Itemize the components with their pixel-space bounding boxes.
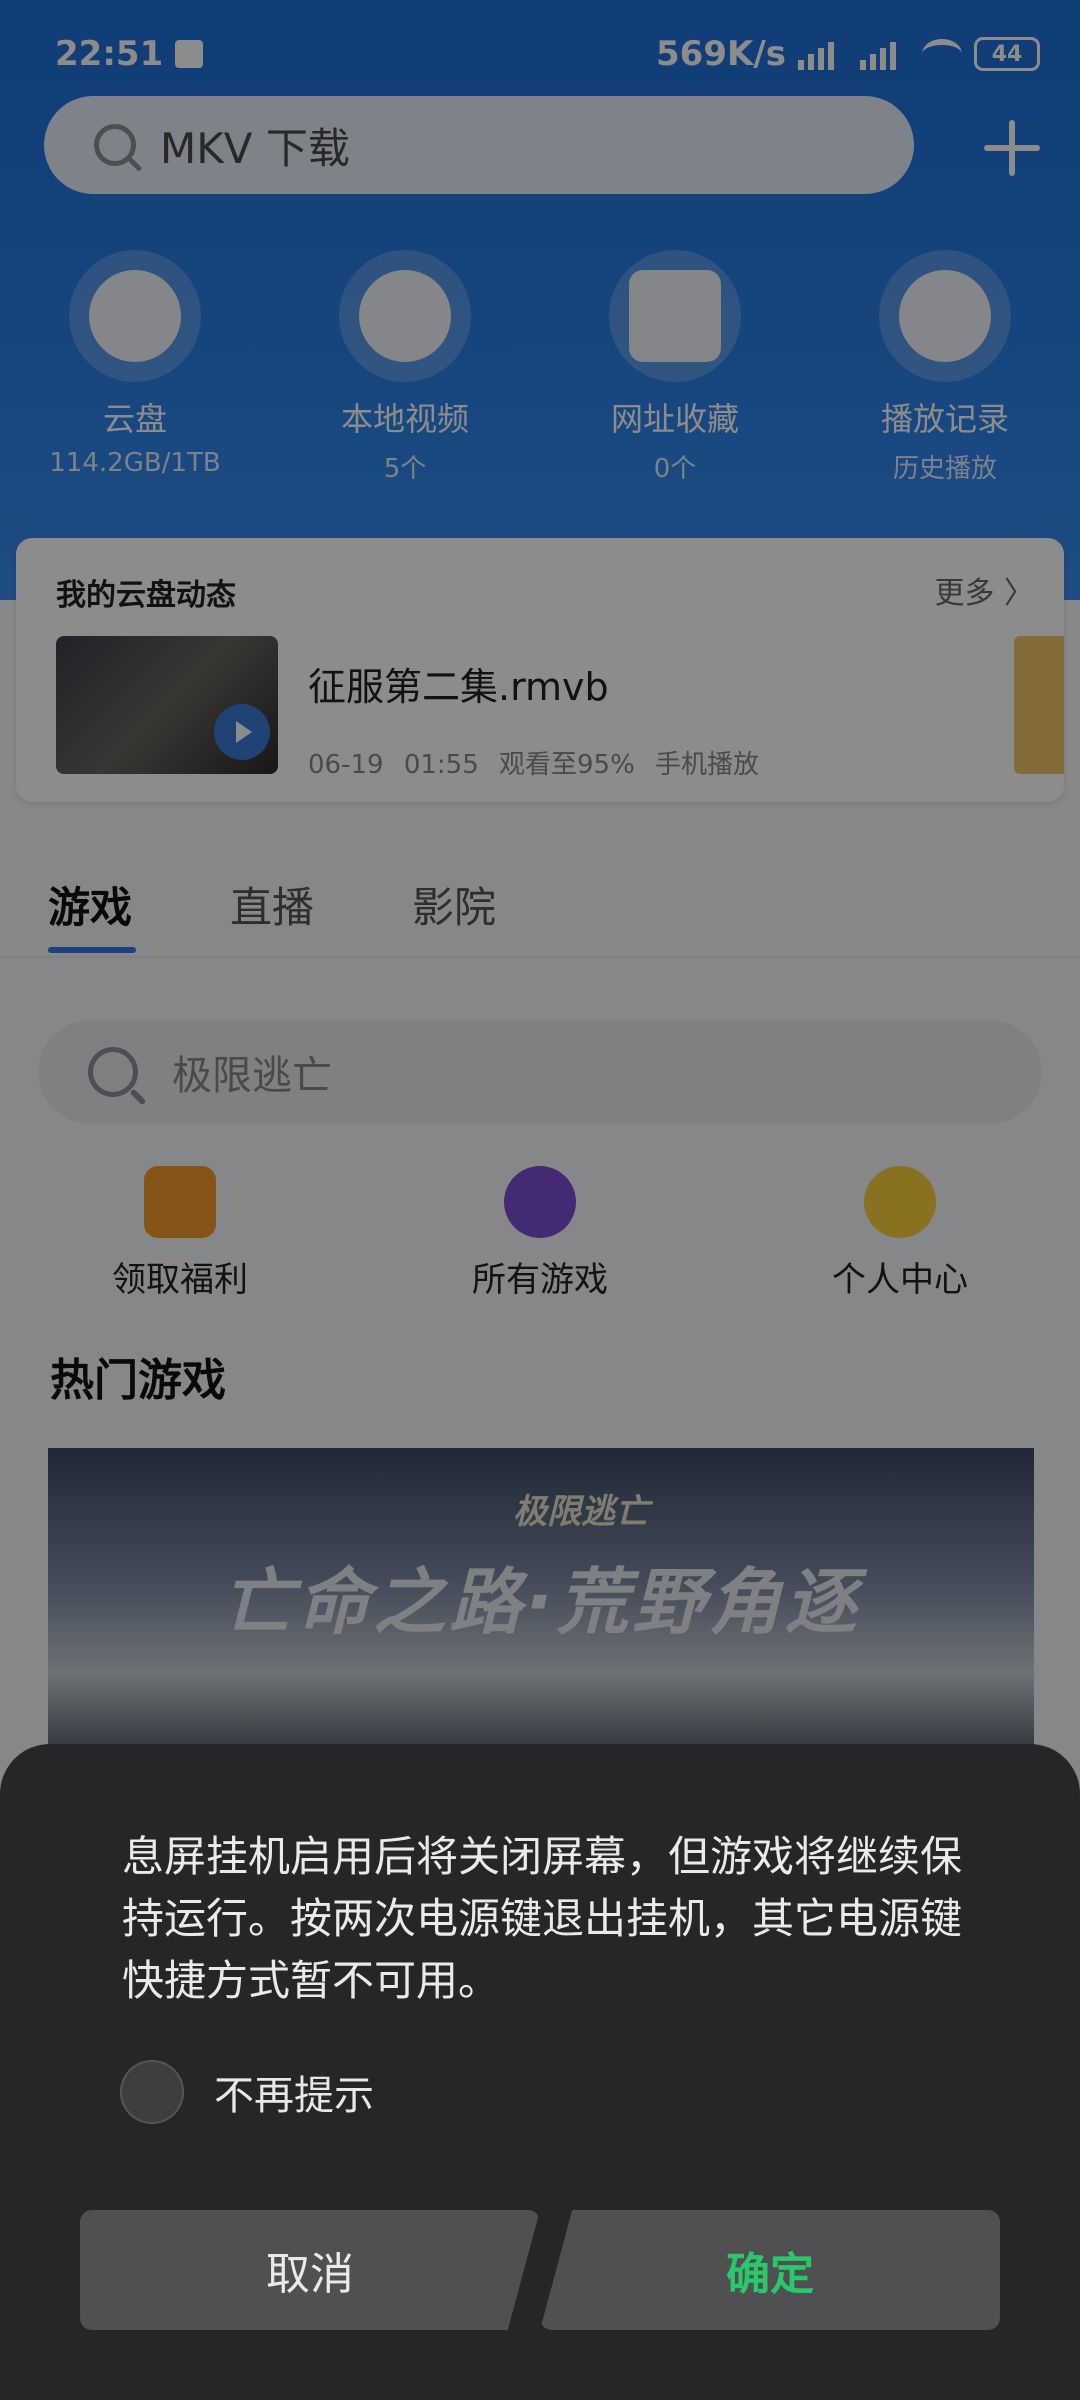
- dialog-message: 息屏挂机启用后将关闭屏幕，但游戏将继续保持运行。按两次电源键退出挂机，其它电源键…: [122, 1832, 963, 2005]
- dont-remind-checkbox[interactable]: [120, 2060, 184, 2124]
- screen-off-dialog: 息屏挂机启用后将关闭屏幕，但游戏将继续保持运行。按两次电源键退出挂机，其它电源键…: [0, 1744, 1080, 2400]
- confirm-button[interactable]: 确定: [540, 2210, 1000, 2330]
- dont-remind-row[interactable]: 不再提示: [120, 2060, 374, 2124]
- dont-remind-label[interactable]: 不再提示: [214, 2063, 374, 2121]
- cancel-button[interactable]: 取消: [80, 2210, 540, 2330]
